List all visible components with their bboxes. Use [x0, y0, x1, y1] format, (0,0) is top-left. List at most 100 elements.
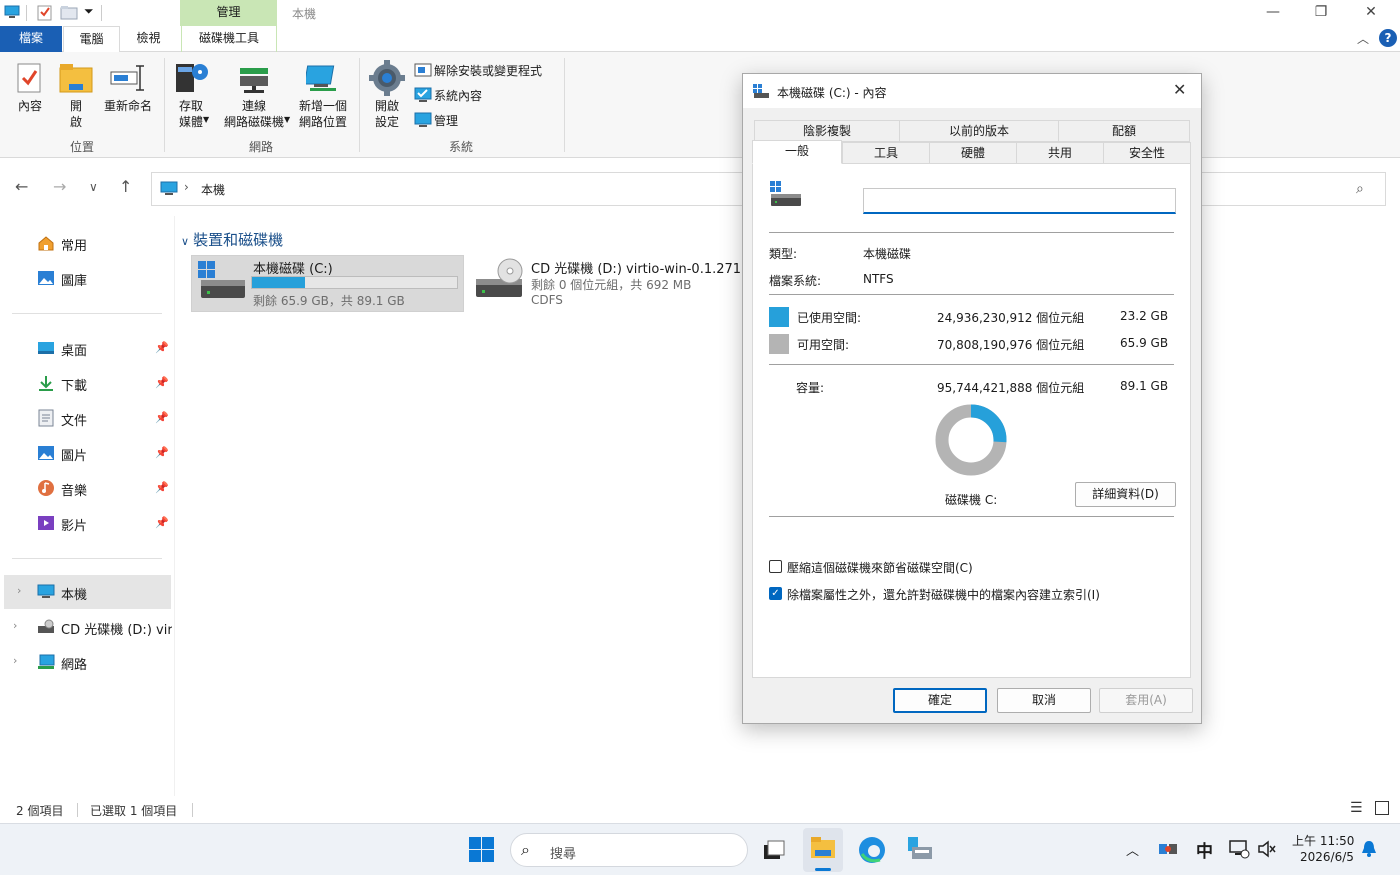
forward-arrow-icon[interactable]: →	[53, 177, 66, 196]
tab-previous-versions[interactable]: 以前的版本	[899, 120, 1059, 142]
expand-chevron-icon[interactable]: ›	[17, 584, 21, 597]
edge-browser-icon[interactable]	[858, 836, 886, 864]
tab-shadow-copies[interactable]: 陰影複製	[754, 120, 900, 142]
back-arrow-icon[interactable]: ←	[15, 177, 28, 196]
taskbar-search[interactable]: ⌕ 搜尋	[510, 833, 748, 867]
uninstall-label: 解除安裝或變更程式	[434, 64, 543, 78]
tab-general[interactable]: 一般	[752, 140, 842, 164]
up-arrow-icon[interactable]: ↑	[119, 177, 132, 196]
pin-icon[interactable]: 📌	[155, 446, 169, 459]
system-properties-button[interactable]: 系統內容	[412, 85, 562, 105]
drive-c-used-fill	[252, 277, 306, 288]
details-view-icon[interactable]: ☰	[1350, 800, 1363, 816]
nav-item-pictures[interactable]: 圖片 📌	[0, 436, 172, 470]
minimize-button[interactable]: —	[1250, 0, 1296, 26]
pin-icon[interactable]: 📌	[155, 481, 169, 494]
capacity-bytes: 95,744,421,888 個位元組	[937, 381, 1085, 395]
search-icon: ⌕	[521, 840, 530, 859]
dialog-close-button[interactable]: ✕	[1173, 80, 1186, 99]
volume-label-input[interactable]	[863, 188, 1176, 214]
nav-item-desktop[interactable]: 桌面 📌	[0, 331, 172, 365]
pin-icon[interactable]: 📌	[155, 376, 169, 389]
show-hidden-icons-chevron-icon[interactable]: ︿	[1126, 840, 1139, 859]
collapse-ribbon-icon[interactable]: ︿	[1357, 30, 1369, 47]
section-header[interactable]: ∨ 裝置和磁碟機	[181, 229, 283, 250]
tab-quota[interactable]: 配額	[1058, 120, 1190, 142]
drive-d-free-text: 剩餘 0 個位元組，共 692 MB	[531, 278, 692, 292]
network-status-icon[interactable]	[1228, 839, 1250, 859]
ok-button[interactable]: 確定	[893, 688, 987, 713]
map-network-drive-label: 連線 網路磁碟機	[223, 99, 284, 129]
divider	[769, 232, 1174, 233]
properties-quick-icon[interactable]	[37, 4, 53, 21]
ime-indicator[interactable]: 中	[1196, 837, 1213, 862]
tab-view[interactable]: 檢視	[121, 26, 176, 52]
filesystem-label: 檔案系統:	[769, 274, 822, 288]
nav-item-music[interactable]: 音樂 📌	[0, 471, 172, 505]
volume-muted-icon[interactable]	[1257, 839, 1277, 859]
properties-button[interactable]: 內容	[8, 58, 52, 132]
nav-item-home[interactable]: 常用	[0, 226, 172, 260]
tab-security[interactable]: 安全性	[1103, 142, 1191, 164]
large-icons-view-icon[interactable]	[1375, 801, 1389, 815]
network-drive-icon	[240, 68, 268, 93]
pin-icon[interactable]: 📌	[155, 516, 169, 529]
open-settings-button[interactable]: 開啟 設定	[366, 58, 408, 138]
tab-drive-tools[interactable]: 磁碟機工具	[181, 26, 277, 52]
nav-item-cd-drive[interactable]: › CD 光碟機 (D:) virtio-win-0.1.271	[0, 610, 172, 644]
nav-item-videos[interactable]: 影片 📌	[0, 506, 172, 540]
pin-icon[interactable]: 📌	[155, 341, 169, 354]
tab-sharing[interactable]: 共用	[1016, 142, 1104, 164]
nav-item-gallery[interactable]: 圖庫	[0, 261, 172, 295]
pictures-icon	[38, 446, 54, 460]
compress-drive-checkbox[interactable]	[769, 560, 782, 573]
nav-item-this-pc[interactable]: › 本機	[4, 575, 171, 609]
clock-date[interactable]: 2026/6/5	[1300, 850, 1354, 864]
access-media-button[interactable]: 存取 媒體 ▼	[170, 58, 212, 138]
file-explorer-icon	[811, 837, 835, 858]
apply-button[interactable]: 套用(A)	[1099, 688, 1193, 713]
tab-file[interactable]: 檔案	[0, 26, 62, 52]
nav-item-documents[interactable]: 文件 📌	[0, 401, 172, 435]
clock-time[interactable]: 上午 11:50	[1292, 832, 1354, 849]
details-button[interactable]: 詳細資料(D)	[1075, 482, 1176, 507]
disk-usage-donut	[935, 404, 1007, 476]
drive-letter-label: 磁碟機 C:	[945, 493, 998, 507]
maximize-button[interactable]: ❐	[1298, 0, 1344, 26]
cancel-button[interactable]: 取消	[997, 688, 1091, 713]
close-button[interactable]: ✕	[1348, 0, 1394, 26]
add-network-location-button[interactable]: 新增一個 網路位置	[294, 58, 352, 138]
recent-locations-chevron-icon[interactable]: ∨	[89, 180, 98, 194]
breadcrumb-this-pc[interactable]: 本機	[201, 181, 225, 198]
pin-icon[interactable]: 📌	[155, 411, 169, 424]
tab-hardware[interactable]: 硬體	[929, 142, 1017, 164]
uninstall-program-button[interactable]: 解除安裝或變更程式	[412, 60, 562, 80]
open-button[interactable]: 開 啟	[57, 58, 95, 138]
group-separator	[564, 58, 565, 152]
search-icon[interactable]: ⌕	[1356, 181, 1364, 197]
group-separator	[164, 58, 165, 152]
customize-quick-access-icon[interactable]: ⏷	[84, 4, 94, 19]
help-icon[interactable]: ?	[1379, 29, 1397, 47]
compress-drive-label: 壓縮這個磁碟機來節省磁碟空間(C)	[787, 561, 973, 575]
expand-chevron-icon[interactable]: ›	[13, 654, 17, 667]
tray-app-icon[interactable]	[1158, 840, 1178, 858]
device-manager-icon[interactable]	[906, 835, 934, 865]
map-network-drive-button[interactable]: 連線 網路磁碟機 ▼	[216, 58, 292, 138]
used-space-bytes: 24,936,230,912 個位元組	[937, 311, 1085, 325]
taskbar-search-placeholder: 搜尋	[550, 847, 577, 862]
nav-item-downloads[interactable]: 下載 📌	[0, 366, 172, 400]
new-folder-quick-icon[interactable]	[60, 5, 78, 20]
nav-item-network[interactable]: › 網路	[0, 645, 172, 679]
tab-computer[interactable]: 電腦	[63, 26, 120, 53]
notification-bell-icon[interactable]	[1361, 840, 1377, 858]
rename-button[interactable]: 重新命名	[100, 58, 156, 132]
tab-tools[interactable]: 工具	[842, 142, 930, 164]
divider	[769, 364, 1174, 365]
task-view-icon[interactable]	[762, 839, 786, 861]
file-explorer-task-button[interactable]	[803, 828, 843, 872]
allow-indexing-checkbox[interactable]: ✓	[769, 587, 782, 600]
expand-chevron-icon[interactable]: ›	[13, 619, 17, 632]
start-icon[interactable]	[469, 837, 495, 863]
manage-button[interactable]: 管理	[412, 110, 562, 130]
